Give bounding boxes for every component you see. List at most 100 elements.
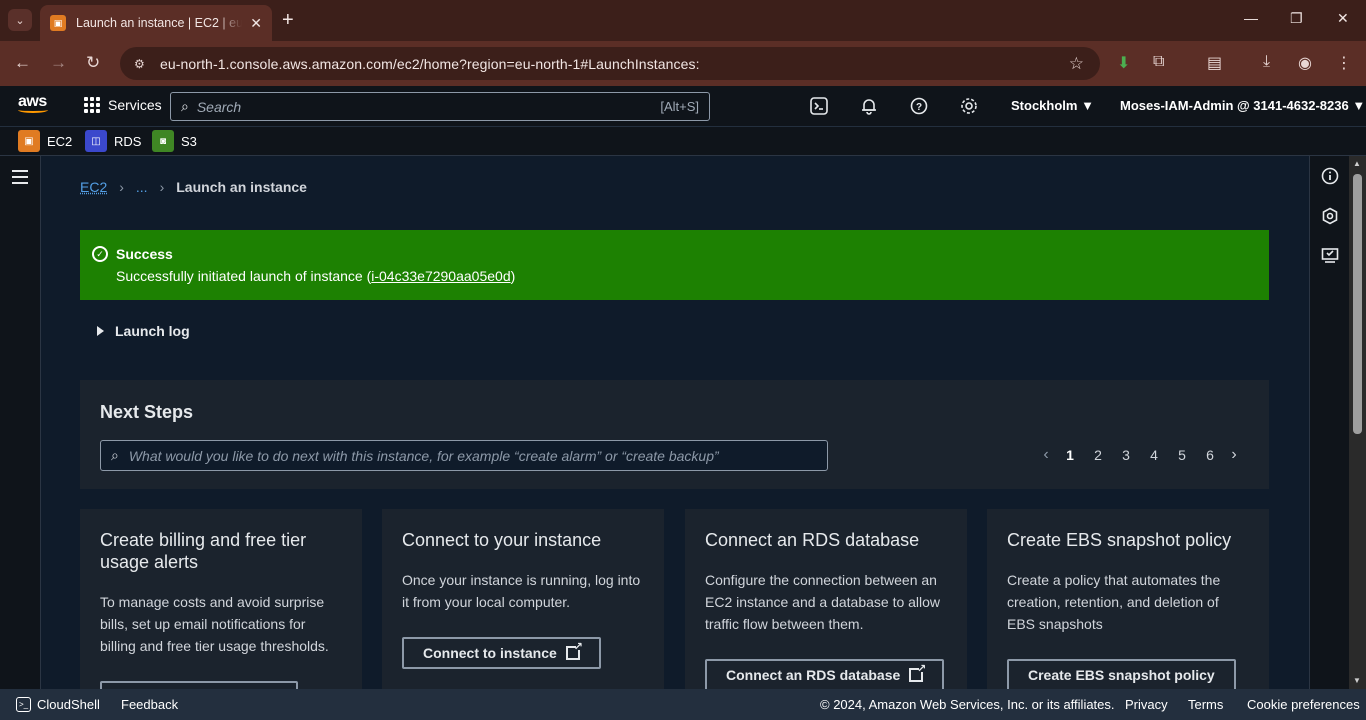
main-content: EC2 › ... › Launch an instance ✓ Success… bbox=[41, 156, 1309, 689]
breadcrumb-current: Launch an instance bbox=[176, 179, 307, 195]
downloads-icon[interactable]: ⤓ bbox=[1263, 53, 1270, 71]
footer-cookie-preferences-link[interactable]: Cookie preferences bbox=[1247, 697, 1360, 712]
settings-gear-icon[interactable] bbox=[959, 96, 979, 116]
page-5[interactable]: 5 bbox=[1168, 447, 1196, 463]
success-flashbar: ✓ Success Successfully initiated launch … bbox=[80, 230, 1269, 300]
tutorial-panel-icon[interactable] bbox=[1320, 246, 1340, 266]
chevron-left-icon[interactable]: ‹ bbox=[1036, 446, 1056, 464]
reading-list-icon[interactable]: ▤ bbox=[1207, 53, 1222, 73]
scrollbar-thumb[interactable] bbox=[1353, 174, 1362, 434]
new-tab-button[interactable]: + bbox=[282, 9, 294, 31]
footer-copyright: © 2024, Amazon Web Services, Inc. or its… bbox=[820, 697, 1115, 712]
flash-message-suffix: ) bbox=[510, 268, 516, 284]
scroll-up-icon[interactable]: ▲ bbox=[1353, 159, 1361, 168]
menu-hamburger-icon[interactable] bbox=[12, 170, 28, 188]
browser-toolbar: ← → ↻ ⚙ eu-north-1.console.aws.amazon.co… bbox=[0, 41, 1366, 86]
favorite-rds[interactable]: ◫ RDS bbox=[85, 130, 141, 152]
button-label: Connect an RDS database bbox=[726, 667, 901, 683]
help-icon[interactable]: ? bbox=[909, 96, 929, 116]
region-selector[interactable]: Stockholm ▼ bbox=[1011, 98, 1094, 113]
card-title: Create EBS snapshot policy bbox=[1007, 530, 1232, 550]
next-steps-panel: Next Steps ⌕ What would you like to do n… bbox=[80, 380, 1269, 489]
next-step-card-connect-instance: Connect to your instance Once your insta… bbox=[382, 509, 664, 689]
s3-service-icon: ◙ bbox=[152, 130, 174, 152]
info-icon[interactable] bbox=[1320, 166, 1340, 186]
search-placeholder: Search bbox=[196, 98, 242, 115]
tab-search-button[interactable]: ⌄ bbox=[8, 9, 32, 31]
site-info-icon[interactable]: ⚙ bbox=[134, 57, 150, 71]
close-window-icon[interactable]: ✕ bbox=[1337, 10, 1349, 27]
browser-tab-bar: ⌄ ▣ Launch an instance | EC2 | eu-north-… bbox=[0, 0, 1366, 41]
page-scrollbar[interactable]: ▲ ▼ bbox=[1349, 156, 1366, 689]
page-6[interactable]: 6 bbox=[1196, 447, 1224, 463]
page-4[interactable]: 4 bbox=[1140, 447, 1168, 463]
page-1[interactable]: 1 bbox=[1056, 447, 1084, 463]
footer-privacy-link[interactable]: Privacy bbox=[1125, 697, 1168, 712]
profile-avatar-icon[interactable]: ◉ bbox=[1298, 53, 1312, 73]
card-body: Once your instance is running, log into … bbox=[402, 572, 641, 610]
grid-icon bbox=[84, 97, 100, 113]
download-extension-icon[interactable]: ⬇ bbox=[1117, 53, 1130, 73]
next-step-card-ebs-snapshot: Create EBS snapshot policy Create a poli… bbox=[987, 509, 1269, 689]
aws-logo[interactable]: aws bbox=[18, 94, 52, 117]
maximize-icon[interactable]: ❐ bbox=[1290, 10, 1303, 27]
footer-cloudshell-link[interactable]: CloudShell bbox=[37, 697, 100, 712]
instance-id-link[interactable]: i-04c33e7290aa05e0d bbox=[371, 268, 510, 284]
favorite-label: RDS bbox=[114, 133, 142, 149]
external-link-icon bbox=[909, 662, 926, 682]
reload-icon[interactable]: ↻ bbox=[86, 53, 100, 73]
next-step-card-rds: Connect an RDS database Configure the co… bbox=[685, 509, 967, 689]
favorite-s3[interactable]: ◙ S3 bbox=[152, 130, 197, 152]
connect-to-instance-button[interactable]: Connect to instance bbox=[402, 637, 601, 669]
footer-terms-link[interactable]: Terms bbox=[1188, 697, 1223, 712]
caret-right-icon bbox=[97, 326, 104, 336]
chevron-right-icon[interactable]: › bbox=[1224, 446, 1244, 464]
bookmark-star-icon[interactable]: ☆ bbox=[1069, 54, 1084, 74]
console-footer: >_ CloudShell Feedback © 2024, Amazon We… bbox=[0, 689, 1366, 720]
create-ebs-policy-button[interactable]: Create EBS snapshot policy bbox=[1007, 659, 1236, 689]
connect-rds-button[interactable]: Connect an RDS database bbox=[705, 659, 945, 689]
card-title: Connect to your instance bbox=[402, 530, 602, 550]
billing-alerts-button[interactable] bbox=[100, 681, 298, 689]
pagination: ‹ 1 2 3 4 5 6 › bbox=[1036, 446, 1244, 464]
chevron-right-icon: › bbox=[119, 179, 124, 195]
breadcrumb: EC2 › ... › Launch an instance bbox=[80, 179, 307, 195]
chevron-right-icon: › bbox=[159, 179, 165, 195]
flash-message: Successfully initiated launch of instanc… bbox=[116, 268, 515, 284]
page-2[interactable]: 2 bbox=[1084, 447, 1112, 463]
launch-log-expander[interactable]: Launch log bbox=[97, 323, 190, 339]
breadcrumb-ec2-link[interactable]: EC2 bbox=[80, 179, 107, 195]
browser-tab[interactable]: ▣ Launch an instance | EC2 | eu-north-1 … bbox=[40, 5, 272, 41]
services-menu-button[interactable]: Services bbox=[84, 97, 162, 113]
button-label: Connect to instance bbox=[423, 645, 557, 661]
address-bar[interactable]: ⚙ eu-north-1.console.aws.amazon.com/ec2/… bbox=[120, 47, 1100, 80]
account-menu[interactable]: Moses-IAM-Admin @ 3141-4632-8236 ▼ bbox=[1120, 98, 1365, 113]
global-search-input[interactable]: ⌕ Search [Alt+S] bbox=[170, 92, 710, 121]
footer-feedback-link[interactable]: Feedback bbox=[121, 697, 178, 712]
tab-title: Launch an instance | EC2 | eu-north-1 bbox=[76, 16, 243, 30]
scroll-down-icon[interactable]: ▼ bbox=[1353, 676, 1361, 685]
forward-icon[interactable]: → bbox=[50, 53, 67, 73]
next-steps-search-placeholder: What would you like to do next with this… bbox=[128, 447, 719, 464]
card-body: Configure the connection between an EC2 … bbox=[705, 572, 941, 632]
next-steps-search-input[interactable]: ⌕ What would you like to do next with th… bbox=[100, 440, 828, 471]
minimize-icon[interactable]: — bbox=[1244, 10, 1258, 26]
cloudshell-icon[interactable] bbox=[809, 96, 829, 116]
tools-rail bbox=[1309, 156, 1349, 689]
side-navigation-rail bbox=[0, 156, 41, 689]
notifications-bell-icon[interactable] bbox=[859, 96, 879, 116]
page-3[interactable]: 3 bbox=[1112, 447, 1140, 463]
external-link-icon bbox=[565, 640, 583, 660]
close-tab-icon[interactable]: ✕ bbox=[250, 15, 262, 32]
cloudshell-icon: >_ bbox=[16, 697, 31, 712]
browser-menu-icon[interactable]: ⋮ bbox=[1336, 53, 1352, 73]
rds-service-icon: ◫ bbox=[85, 130, 107, 152]
next-step-card-billing-alerts: Create billing and free tier usage alert… bbox=[80, 509, 362, 689]
amazon-q-icon[interactable] bbox=[1320, 206, 1340, 226]
favorite-ec2[interactable]: ▣ EC2 bbox=[18, 130, 72, 152]
favorite-label: S3 bbox=[181, 133, 197, 149]
favorites-bar: ▣ EC2 ◫ RDS ◙ S3 bbox=[0, 127, 1366, 156]
extensions-icon[interactable]: ⧉ bbox=[1153, 53, 1164, 71]
back-icon[interactable]: ← bbox=[14, 53, 31, 73]
breadcrumb-ellipsis[interactable]: ... bbox=[136, 179, 148, 195]
